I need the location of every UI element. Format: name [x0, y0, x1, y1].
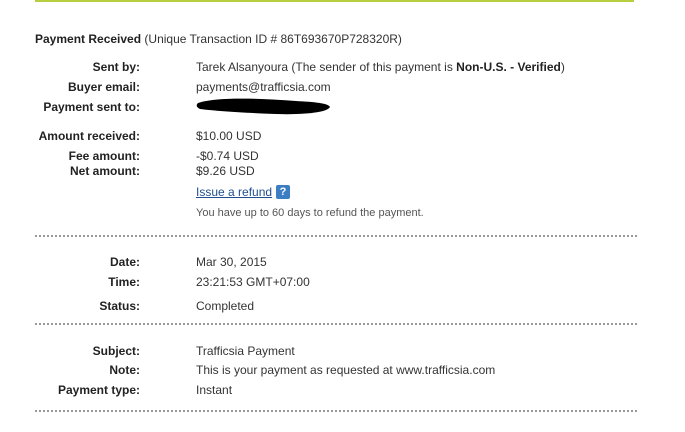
status-value: Completed [196, 299, 255, 313]
sender-note-suffix: ) [560, 60, 565, 74]
note-row: Note: This is your payment as requested … [35, 363, 635, 379]
page-title: Payment Received (Unique Transaction ID … [35, 32, 402, 46]
net-amount-label: Net amount: [70, 164, 140, 178]
top-rule [35, 0, 634, 2]
sent-by-row: Sent by: Tarek Alsanyoura (The sender of… [35, 60, 635, 76]
buyer-email-value: payments@trafficsia.com [196, 80, 331, 94]
sender-status: Non-U.S. - Verified [456, 60, 561, 74]
help-icon[interactable]: ? [276, 185, 290, 199]
sent-by-value: Tarek Alsanyoura (The sender of this pay… [196, 60, 565, 74]
fee-amount-value: -$0.74 USD [196, 149, 259, 163]
subject-row: Subject: Trafficsia Payment [35, 344, 635, 360]
fee-amount-row: Fee amount: -$0.74 USD [35, 149, 635, 165]
status-row: Status: Completed [35, 299, 635, 315]
amount-received-label: Amount received: [38, 129, 140, 143]
buyer-email-row: Buyer email: payments@trafficsia.com [35, 80, 635, 96]
sender-note-prefix: (The sender of this payment is [291, 60, 457, 74]
payment-sent-to-row: Payment sent to: [35, 100, 635, 116]
refund-note: You have up to 60 days to refund the pay… [196, 207, 424, 219]
fee-amount-label: Fee amount: [68, 149, 140, 163]
amount-received-row: Amount received: $10.00 USD [35, 129, 635, 145]
time-row: Time: 23:21:53 GMT+07:00 [35, 275, 635, 291]
buyer-email-label: Buyer email: [67, 80, 140, 94]
subject-label: Subject: [92, 344, 140, 358]
net-amount-row: Net amount: $9.26 USD [35, 164, 635, 180]
section-divider [35, 323, 637, 325]
issue-refund-link[interactable]: Issue a refund [196, 185, 272, 199]
section-divider [35, 410, 637, 412]
net-amount-value: $9.26 USD [196, 164, 255, 178]
time-label: Time: [108, 275, 140, 289]
subject-value: Trafficsia Payment [196, 344, 295, 358]
time-value: 23:21:53 GMT+07:00 [196, 275, 310, 289]
title-text: Payment Received [35, 32, 142, 46]
sent-by-label: Sent by: [92, 60, 140, 74]
transaction-id: (Unique Transaction ID # 86T693670P72832… [144, 32, 402, 46]
payment-type-row: Payment type: Instant [35, 383, 635, 399]
note-value: This is your payment as requested at www… [196, 363, 496, 377]
sender-name: Tarek Alsanyoura [196, 60, 289, 74]
payment-type-value: Instant [196, 383, 233, 397]
date-label: Date: [109, 255, 140, 269]
date-value: Mar 30, 2015 [196, 255, 267, 269]
date-row: Date: Mar 30, 2015 [35, 255, 635, 271]
section-divider [35, 235, 637, 237]
redaction-mark [196, 98, 330, 115]
payment-type-label: Payment type: [57, 383, 140, 397]
payment-sent-to-label: Payment sent to: [43, 100, 140, 114]
amount-received-value: $10.00 USD [196, 129, 262, 143]
note-label: Note: [109, 363, 140, 377]
status-label: Status: [99, 299, 140, 313]
